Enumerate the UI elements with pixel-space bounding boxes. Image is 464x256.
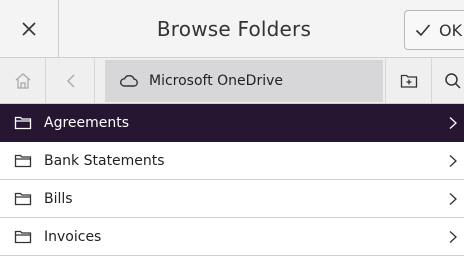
ok-button[interactable]: OK: [404, 10, 464, 50]
search-button[interactable]: [433, 58, 464, 104]
check-icon: [415, 23, 431, 37]
home-button[interactable]: [0, 58, 46, 104]
folder-icon: [14, 116, 32, 130]
folder-row-agreements[interactable]: Agreements: [0, 104, 464, 142]
back-button[interactable]: [47, 58, 95, 104]
chevron-left-icon: [65, 73, 77, 89]
folder-icon: [14, 154, 32, 168]
cloud-icon: [119, 74, 139, 88]
new-folder-icon: [400, 73, 418, 89]
navigation-bar: Microsoft OneDrive: [0, 58, 464, 104]
folder-icon: [14, 230, 32, 244]
folder-row-invoices[interactable]: Invoices: [0, 218, 464, 256]
home-icon: [14, 72, 32, 90]
close-icon: [21, 21, 37, 37]
folder-icon: [14, 192, 32, 206]
close-button[interactable]: [0, 0, 59, 58]
new-folder-button[interactable]: [385, 58, 432, 104]
folder-label: Bills: [44, 190, 73, 207]
chevron-right-icon: [448, 218, 458, 256]
folder-label: Bank Statements: [44, 152, 165, 169]
ok-button-label: OK: [439, 20, 463, 40]
folder-label: Invoices: [44, 228, 102, 245]
folder-row-bills[interactable]: Bills: [0, 180, 464, 218]
dialog-titlebar: Browse Folders OK: [0, 0, 464, 58]
chevron-right-icon: [448, 142, 458, 180]
search-icon: [444, 72, 462, 90]
dialog-title: Browse Folders: [156, 17, 312, 41]
current-location[interactable]: Microsoft OneDrive: [105, 60, 383, 102]
chevron-right-icon: [448, 180, 458, 218]
folder-list: Agreements Bank Statements Bills Invoice…: [0, 104, 464, 256]
folder-label: Agreements: [44, 114, 130, 131]
location-label: Microsoft OneDrive: [149, 73, 283, 89]
chevron-right-icon: [448, 104, 458, 142]
folder-row-bank-statements[interactable]: Bank Statements: [0, 142, 464, 180]
